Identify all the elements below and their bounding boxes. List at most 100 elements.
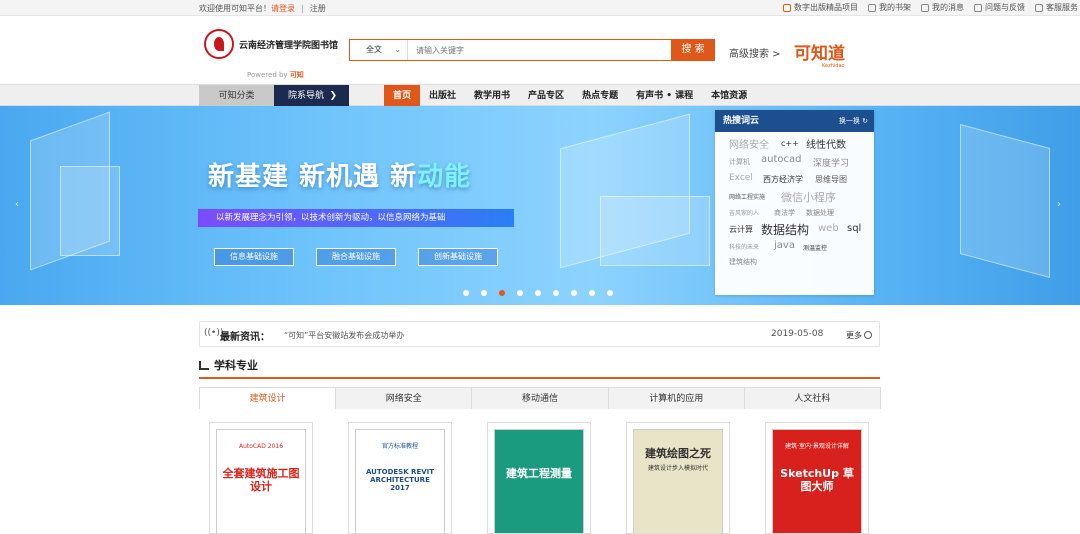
brand-logo[interactable]: 可知道 xyxy=(794,39,845,64)
hot-word-link[interactable]: 网络安全 xyxy=(729,136,769,151)
prev-slide-button[interactable]: ‹ xyxy=(10,198,24,212)
subjects-title: 学科专业 xyxy=(214,359,258,372)
carousel-dot[interactable] xyxy=(571,290,577,296)
divider: | xyxy=(301,4,304,13)
subject-tab[interactable]: 网络安全 xyxy=(335,387,473,409)
hot-word-link[interactable]: 数据处理 xyxy=(806,208,834,218)
carousel-dot[interactable] xyxy=(607,290,613,296)
nav-item[interactable]: 首页 xyxy=(384,85,421,107)
top-link[interactable]: 客服服务 xyxy=(1035,2,1078,13)
carousel-dot[interactable] xyxy=(517,290,523,296)
news-more-link[interactable]: 更多 xyxy=(846,330,872,341)
subject-tab[interactable]: 建筑设计 xyxy=(199,387,337,409)
brand-text: 可知 xyxy=(794,44,828,64)
hot-words-header: 热搜词云 换一换 ↻ xyxy=(715,110,874,132)
search-scope-select[interactable]: 全文 ⌄ xyxy=(350,40,408,60)
phone-icon xyxy=(1035,3,1043,12)
hero-banner[interactable]: ‹ › 新基建 新机遇 新动能 以新发展理念为引领，以技术创新为驱动，以信息网络… xyxy=(0,106,1080,305)
top-links: 数字出版精品项目 我的书架 我的消息 问题与反馈 客服服务 xyxy=(783,2,1078,13)
banner-pill: 融合基础设施 xyxy=(316,248,396,266)
advanced-search-link[interactable]: 高级搜索 > xyxy=(729,45,781,60)
carousel-dot[interactable] xyxy=(499,290,505,296)
hot-word-link[interactable]: 测温监控 xyxy=(803,243,827,252)
nav-item[interactable]: 教学用书 xyxy=(465,85,519,107)
carousel-dot[interactable] xyxy=(481,290,487,296)
headline-part-2: 动能 xyxy=(417,162,472,192)
hot-word-link[interactable]: 计算机 xyxy=(729,157,750,167)
message-icon xyxy=(921,3,929,12)
refresh-button[interactable]: 换一换 ↻ xyxy=(839,110,868,132)
hot-word-link[interactable]: sql xyxy=(847,223,861,234)
book-card[interactable]: AUTODESK REVIT ARCHITECTURE 2017 官方标准教程 xyxy=(348,422,452,534)
subject-tab[interactable]: 人文社科 xyxy=(743,387,882,409)
hot-word-link[interactable]: 云计算 xyxy=(729,224,753,235)
top-bar: 欢迎使用可知平台！请登录 | 注册 数字出版精品项目 我的书架 我的消息 问题与反馈 客服服… xyxy=(0,0,1080,16)
carousel-dot[interactable] xyxy=(589,290,595,296)
carousel-dot[interactable] xyxy=(535,290,541,296)
powered-by-brand: 可知 xyxy=(289,71,304,79)
book-subtitle: AutoCAD 2016 xyxy=(238,443,284,450)
category-button[interactable]: 可知分类 xyxy=(199,85,274,107)
nav-item[interactable]: 出版社 xyxy=(420,85,465,107)
hot-word-link[interactable]: 思维导图 xyxy=(815,174,847,185)
hot-word-link[interactable]: 西方经济学 xyxy=(763,174,803,185)
hot-word-link[interactable]: 建筑结构 xyxy=(729,257,757,267)
nav-item[interactable]: 本馆资源 xyxy=(702,85,756,107)
banner-slogan: 以新发展理念为引领，以技术创新为驱动，以信息网络为基础 xyxy=(198,209,514,227)
top-link[interactable]: 问题与反馈 xyxy=(974,2,1025,13)
hot-words-panel: 热搜词云 换一换 ↻ 网络安全 c++ 线性代数计算机 autocad 深度学习 Exce… xyxy=(715,110,874,295)
hot-words-title: 热搜词云 xyxy=(723,116,760,126)
iso-block-decoration xyxy=(960,123,1050,279)
hot-word-link[interactable]: c++ xyxy=(781,139,799,148)
hot-word-link[interactable]: 网络工程实施 xyxy=(729,192,765,201)
top-link-label: 我的消息 xyxy=(932,3,964,12)
hot-word-link[interactable]: web xyxy=(818,223,839,234)
search-input[interactable] xyxy=(410,40,670,60)
carousel-dot[interactable] xyxy=(463,290,469,296)
top-link[interactable]: 我的消息 xyxy=(921,2,964,13)
hot-word-link[interactable]: 线性代数 xyxy=(806,136,846,151)
powered-by-label: Powered by xyxy=(247,71,288,79)
news-message-link[interactable]: “可知”平台安徽站发布会成功举办 xyxy=(284,330,404,341)
top-link[interactable]: 数字出版精品项目 xyxy=(783,2,858,13)
book-card[interactable]: 建筑工程测量 xyxy=(487,422,591,534)
nav-menu: 首页 出版社 教学用书 产品专区 热点专题 有声书 • 课程 本馆资源 xyxy=(384,85,756,107)
search-box: 全文 ⌄ 搜 索 xyxy=(349,39,715,61)
hot-word-link[interactable]: 商法学 xyxy=(774,208,795,218)
nav-item[interactable]: 热点专题 xyxy=(573,85,627,107)
nav-item[interactable]: 产品专区 xyxy=(519,85,573,107)
iso-block-decoration xyxy=(600,196,710,266)
next-slide-button[interactable]: › xyxy=(1052,198,1066,212)
hot-word-link[interactable]: Excel xyxy=(729,173,753,183)
book-card[interactable]: SketchUp 草图大师 建筑·室内·景观设计详解 xyxy=(765,422,869,534)
carousel-dot[interactable] xyxy=(553,290,559,296)
search-button[interactable]: 搜 索 xyxy=(671,39,715,61)
book-cover: 建筑工程测量 xyxy=(494,429,584,533)
hot-word-link[interactable]: 数据结构 xyxy=(761,221,809,238)
main-nav: 可知分类 院系导航 ❯ 首页 出版社 教学用书 产品专区 热点专题 有声书 • 课程 本馆资… xyxy=(0,84,1080,107)
register-link[interactable]: 注册 xyxy=(310,4,326,13)
hot-word-link[interactable]: 科技的未来 xyxy=(729,242,759,251)
subject-tab[interactable]: 计算机的应用 xyxy=(607,387,745,409)
subject-tab[interactable]: 移动通信 xyxy=(471,387,609,409)
library-logo[interactable] xyxy=(204,29,234,59)
arrow-circle-icon xyxy=(864,331,872,339)
subjects-heading: 学科专业 xyxy=(199,357,258,373)
book-cover: AUTODESK REVIT ARCHITECTURE 2017 官方标准教程 xyxy=(355,429,445,533)
login-link[interactable]: 请登录 xyxy=(271,4,295,13)
book-subtitle: 建筑设计步入模拟时代 xyxy=(647,465,708,472)
carousel-dots xyxy=(463,290,613,296)
hot-word-link[interactable]: java xyxy=(774,240,795,251)
library-name[interactable]: 云南经济管理学院图书馆 xyxy=(239,38,338,51)
nav-item[interactable]: 有声书 • 课程 xyxy=(627,85,702,107)
book-card[interactable]: 全套建筑施工图设计 AutoCAD 2016 xyxy=(209,422,313,534)
top-link-label: 我的书架 xyxy=(879,3,911,12)
hot-word-link[interactable]: 深度学习 xyxy=(813,156,849,169)
hot-word-link[interactable]: autocad xyxy=(761,154,801,165)
hot-word-link[interactable]: 吉风家的人 xyxy=(729,208,759,217)
top-link[interactable]: 我的书架 xyxy=(868,2,911,13)
book-card[interactable]: 建筑绘图之死 建筑设计步入模拟时代 xyxy=(626,422,730,534)
hot-word-link[interactable]: 微信小程序 xyxy=(781,189,836,205)
word-cloud: 网络安全 c++ 线性代数计算机 autocad 深度学习 Excel 西方经济学 思维导图网… xyxy=(715,132,874,295)
department-nav-button[interactable]: 院系导航 ❯ xyxy=(274,85,349,107)
